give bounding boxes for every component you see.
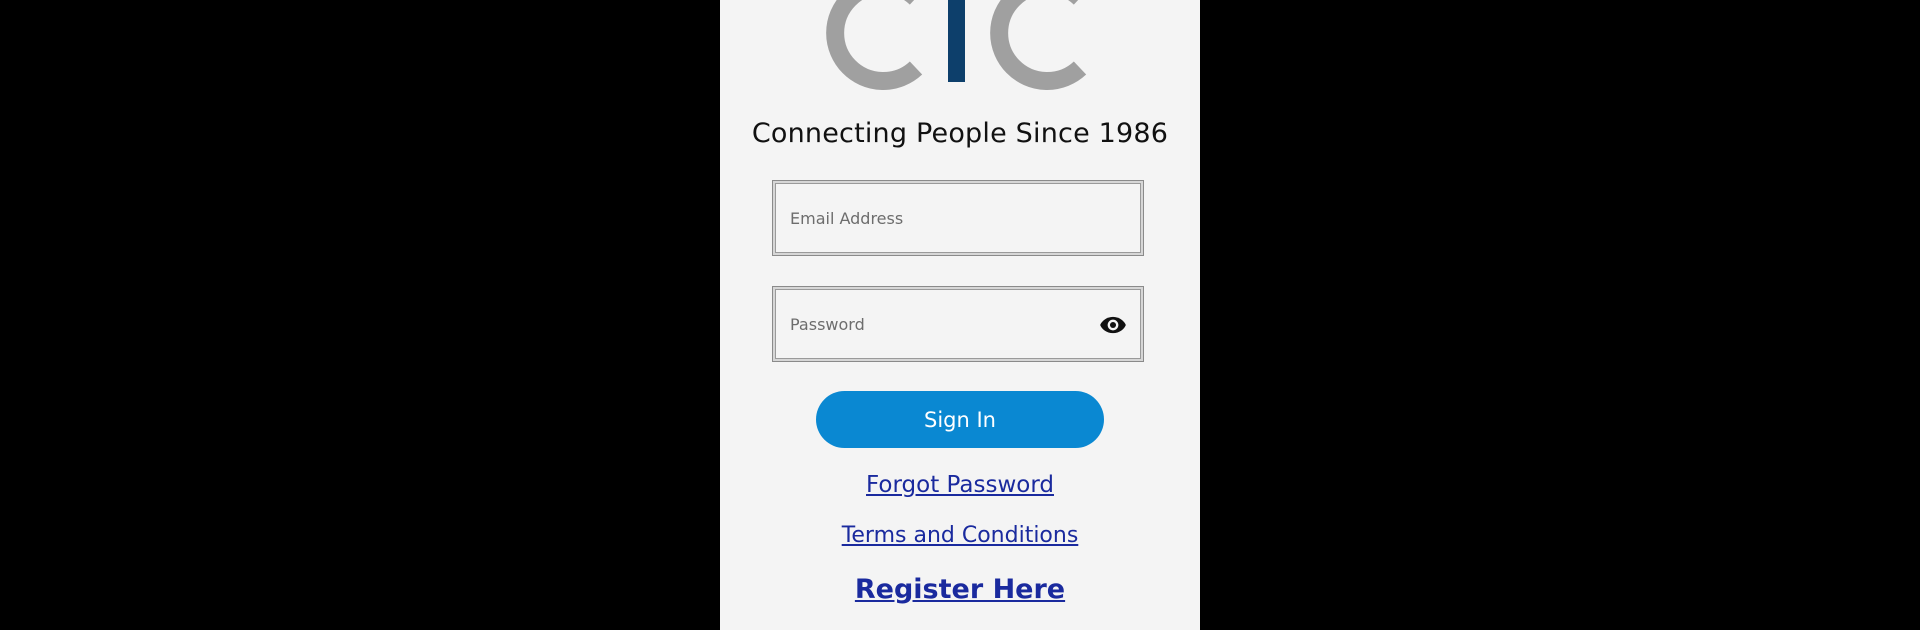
forgot-password-link[interactable]: Forgot Password bbox=[720, 472, 1200, 498]
password-field-container[interactable] bbox=[772, 286, 1144, 362]
login-screen: Connecting People Since 1986 Sign In For… bbox=[720, 0, 1200, 630]
password-field[interactable] bbox=[773, 287, 1143, 361]
tagline: Connecting People Since 1986 bbox=[751, 118, 1169, 149]
sign-in-button[interactable]: Sign In bbox=[816, 391, 1104, 448]
email-field-container[interactable] bbox=[772, 180, 1144, 256]
terms-and-conditions-link[interactable]: Terms and Conditions bbox=[720, 523, 1200, 548]
email-field[interactable] bbox=[773, 181, 1143, 255]
register-here-link[interactable]: Register Here bbox=[720, 574, 1200, 605]
eye-icon[interactable] bbox=[1099, 311, 1127, 339]
ctc-logo bbox=[826, 0, 1087, 90]
